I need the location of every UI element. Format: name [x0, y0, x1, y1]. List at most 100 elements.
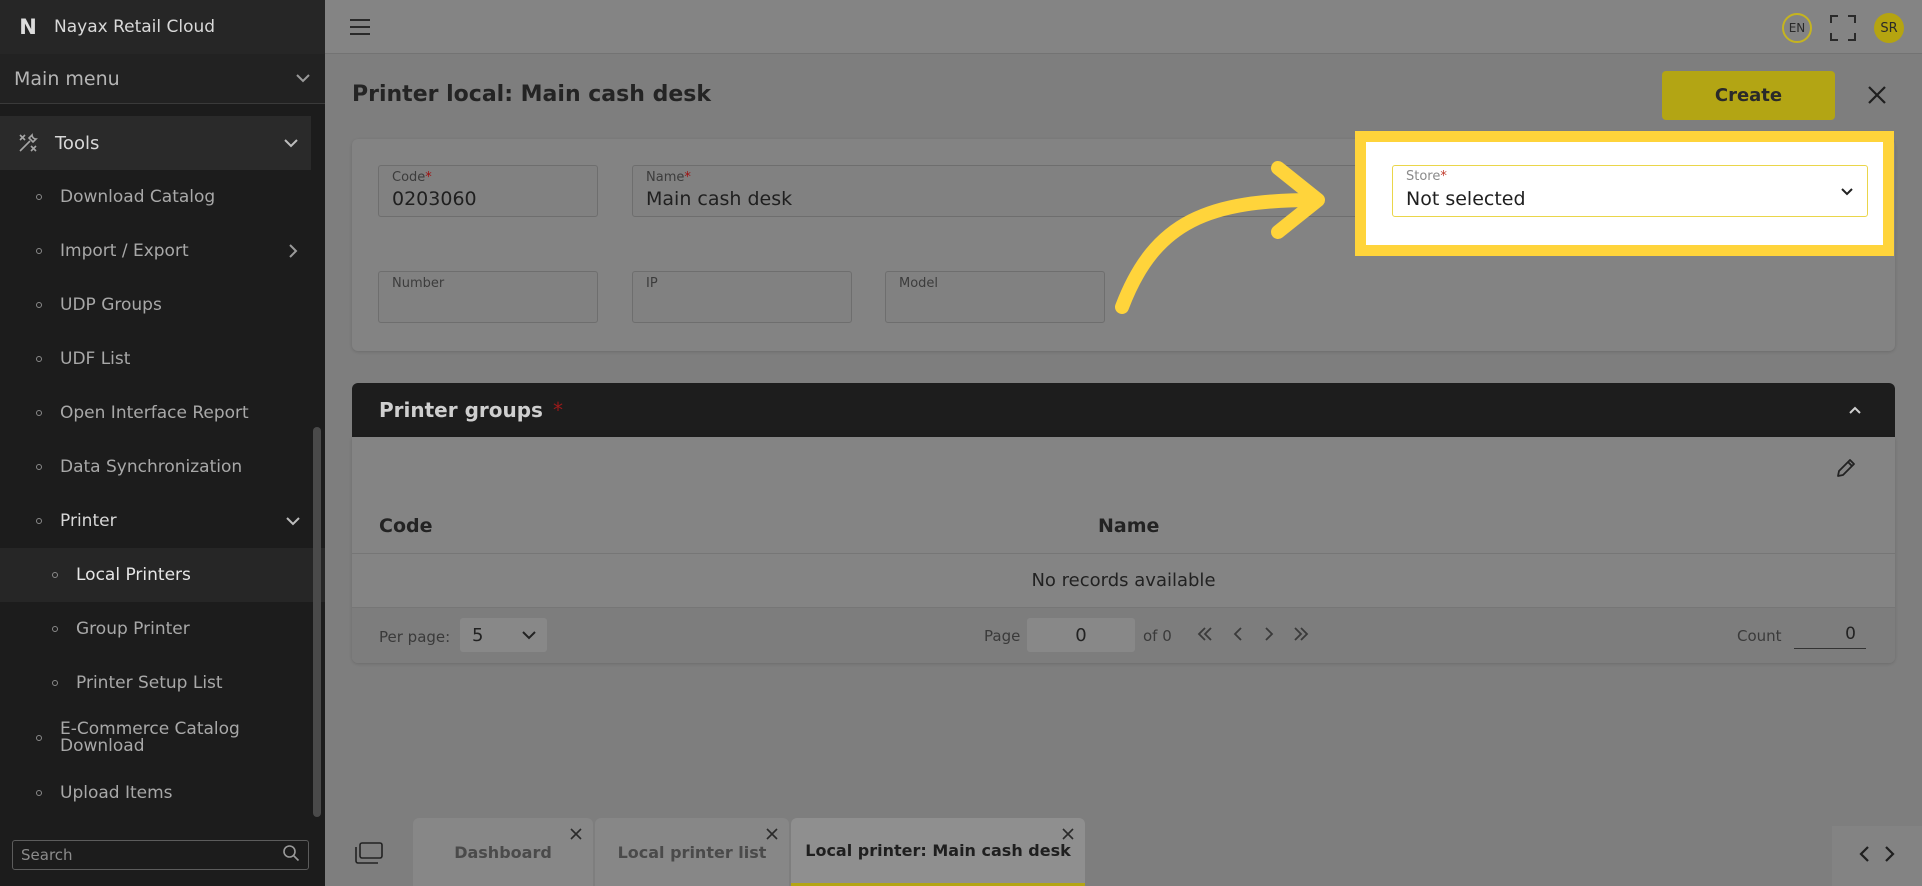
first-page-icon[interactable]: [1196, 625, 1214, 643]
name-field-label: Name: [646, 170, 685, 185]
chevron-left-icon[interactable]: [1858, 845, 1870, 867]
sidebar-search-input[interactable]: [21, 846, 282, 864]
printer-groups-body: Code Name No records available Per page:…: [352, 437, 1895, 663]
per-page-select[interactable]: 5: [460, 618, 547, 652]
per-page-value: 5: [472, 624, 484, 646]
sidebar-item-tools[interactable]: Tools: [0, 116, 311, 170]
open-tabs-bar: Dashboard Local printer list Local print…: [325, 818, 1922, 886]
chevron-down-icon: [1839, 183, 1855, 199]
sidebar-item-ecommerce-catalog-download[interactable]: E-Commerce Catalog Download: [0, 710, 325, 766]
required-mark: *: [425, 170, 432, 185]
tab-label: Dashboard: [454, 842, 552, 862]
printer-groups-header[interactable]: Printer groups *: [352, 383, 1895, 437]
close-tab-icon[interactable]: [765, 826, 779, 840]
main-menu-label: Main menu: [14, 67, 120, 90]
sidebar-item-local-printers[interactable]: Local Printers: [0, 548, 325, 602]
sidebar-item-udp-groups[interactable]: UDP Groups: [0, 278, 325, 332]
last-page-icon[interactable]: [1292, 625, 1310, 643]
sidebar-scrollbar[interactable]: [313, 427, 321, 817]
bullet-icon: [36, 302, 42, 308]
page-of-label: of 0: [1143, 627, 1172, 645]
page-label: Page: [984, 627, 1021, 645]
bullet-icon: [52, 572, 58, 578]
sidebar-item-upload-items[interactable]: Upload Items: [0, 766, 325, 820]
count-value: 0: [1794, 621, 1866, 649]
bullet-icon: [36, 248, 42, 254]
chevron-right-icon: [285, 243, 301, 259]
chevron-down-icon: [521, 627, 537, 643]
previous-page-icon[interactable]: [1229, 625, 1247, 643]
sidebar-item-data-synchronization[interactable]: Data Synchronization: [0, 440, 325, 494]
language-switcher[interactable]: EN: [1782, 13, 1812, 43]
bullet-icon: [36, 356, 42, 362]
bullet-icon: [36, 194, 42, 200]
sidebar-search: [12, 840, 309, 870]
model-field-label: Model: [899, 276, 939, 291]
required-mark: *: [552, 398, 563, 422]
printer-groups-title: Printer groups: [379, 398, 543, 422]
main-menu-toggle[interactable]: Main menu: [0, 54, 325, 104]
name-field-value: Main cash desk: [646, 188, 793, 210]
sidebar-item-label: Tools: [55, 132, 100, 154]
page-title: Printer local: Main cash desk: [352, 82, 711, 107]
page-input[interactable]: 0: [1027, 618, 1135, 652]
column-header-name[interactable]: Name: [1098, 515, 1159, 537]
close-tab-icon[interactable]: [569, 826, 583, 840]
required-mark: *: [1440, 169, 1447, 184]
close-icon[interactable]: [1866, 84, 1888, 106]
chevron-up-icon[interactable]: [1847, 402, 1863, 418]
tab-dashboard[interactable]: Dashboard: [413, 818, 593, 886]
chevron-right-icon[interactable]: [1884, 845, 1896, 867]
tab-label: Local printer: Main cash desk: [805, 841, 1071, 860]
sidebar-item-udf-list[interactable]: UDF List: [0, 332, 325, 386]
ip-field-label: IP: [646, 276, 658, 291]
fullscreen-icon[interactable]: [1830, 15, 1856, 41]
bullet-icon: [36, 790, 42, 796]
sidebar-item-import-export[interactable]: Import / Export: [0, 224, 325, 278]
code-field-value: 0203060: [392, 188, 477, 210]
sidebar-item-download-catalog[interactable]: Download Catalog: [0, 170, 325, 224]
table-pager: Per page: 5 Page 0 of 0 Count 0: [352, 608, 1895, 663]
bullet-icon: [36, 518, 42, 524]
bullet-icon: [52, 626, 58, 632]
empty-table-message: No records available: [352, 553, 1895, 608]
next-page-icon[interactable]: [1260, 625, 1278, 643]
chevron-down-icon: [285, 513, 301, 529]
sidebar-item-open-interface-report[interactable]: Open Interface Report: [0, 386, 325, 440]
top-bar: EN SR: [325, 0, 1922, 54]
number-field-label: Number: [392, 276, 445, 291]
store-field-value: Not selected: [1406, 188, 1526, 210]
store-field-label: Store: [1406, 169, 1441, 184]
search-icon[interactable]: [282, 844, 300, 866]
sidebar: N Nayax Retail Cloud Main menu Tools Dow…: [0, 0, 325, 886]
code-field-label: Code: [392, 170, 426, 185]
bullet-icon: [36, 410, 42, 416]
sidebar-item-printer-setup-list[interactable]: Printer Setup List: [0, 656, 325, 710]
create-button[interactable]: Create: [1662, 71, 1835, 120]
ip-field[interactable]: IP: [632, 271, 852, 323]
per-page-label: Per page:: [379, 628, 451, 646]
required-mark: *: [684, 170, 691, 185]
number-field[interactable]: Number: [378, 271, 598, 323]
store-select[interactable]: Store* Not selected: [1392, 165, 1868, 217]
close-tab-icon[interactable]: [1061, 826, 1075, 840]
sidebar-item-group-printer[interactable]: Group Printer: [0, 602, 325, 656]
user-avatar[interactable]: SR: [1874, 13, 1904, 43]
tab-label: Local printer list: [617, 842, 767, 862]
chevron-down-icon: [283, 135, 299, 151]
tools-icon: [16, 131, 40, 155]
name-field[interactable]: Name* Main cash desk: [632, 165, 1372, 217]
column-header-code[interactable]: Code: [379, 515, 432, 537]
sidebar-item-printer[interactable]: Printer: [0, 494, 325, 548]
tab-local-printer-main-cash-desk[interactable]: Local printer: Main cash desk: [791, 818, 1085, 886]
edit-pencil-icon[interactable]: [1835, 457, 1857, 479]
hamburger-menu-icon[interactable]: [349, 18, 371, 36]
nayax-logo-icon: N: [19, 15, 37, 39]
count-label: Count: [1737, 627, 1782, 645]
windows-icon[interactable]: [355, 842, 383, 864]
tab-local-printer-list[interactable]: Local printer list: [595, 818, 789, 886]
model-field[interactable]: Model: [885, 271, 1105, 323]
app-name: Nayax Retail Cloud: [54, 17, 216, 37]
code-field[interactable]: Code* 0203060: [378, 165, 598, 217]
chevron-down-icon: [295, 71, 311, 87]
